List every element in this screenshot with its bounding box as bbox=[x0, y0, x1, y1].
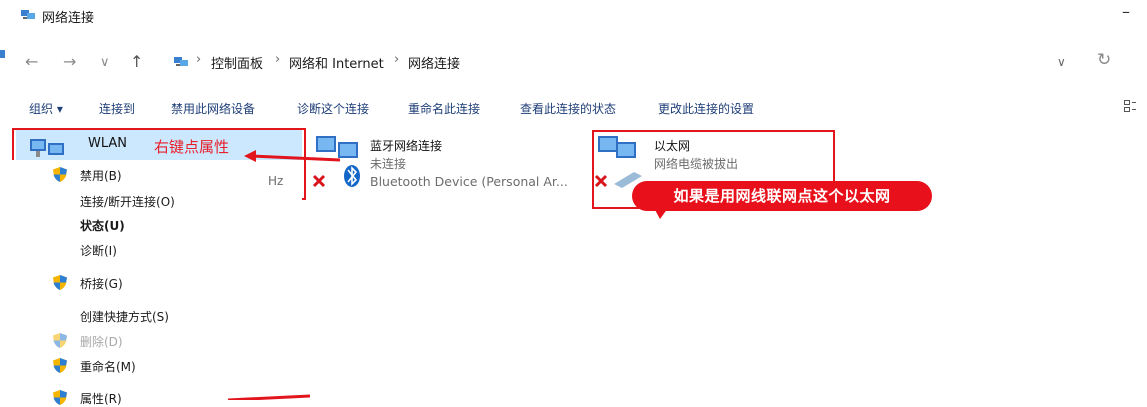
rename-button[interactable]: 重命名此连接 bbox=[408, 100, 480, 117]
forward-button[interactable]: → bbox=[63, 52, 76, 71]
menu-item-rename[interactable]: 重命名(M) bbox=[80, 358, 136, 375]
menu-item-delete[interactable]: 删除(D) bbox=[80, 333, 123, 350]
disable-device-button[interactable]: 禁用此网络设备 bbox=[171, 100, 255, 117]
menu-item-bridge[interactable]: 桥接(G) bbox=[80, 275, 123, 292]
uac-shield-icon bbox=[53, 333, 67, 348]
wlan-item-band: Hz bbox=[268, 174, 284, 188]
annotation-ethernet-callout: 如果是用网线联网点这个以太网 bbox=[632, 181, 932, 211]
left-edge-fragment bbox=[0, 46, 10, 68]
callout-tail bbox=[654, 208, 668, 219]
title-bar: 网络连接 – bbox=[0, 0, 1147, 32]
minimize-button[interactable]: – bbox=[1122, 2, 1130, 21]
back-button[interactable]: ← bbox=[25, 52, 38, 71]
breadcrumb-network-internet[interactable]: 网络和 Internet bbox=[289, 53, 384, 72]
address-dropdown-chevron-icon[interactable]: ∨ bbox=[1057, 55, 1066, 69]
uac-shield-icon bbox=[53, 390, 67, 405]
connect-to-button[interactable]: 连接到 bbox=[99, 100, 135, 117]
window-title: 网络连接 bbox=[42, 11, 95, 26]
recent-locations-button[interactable]: ∨ bbox=[100, 55, 110, 70]
breadcrumb-control-panel[interactable]: 控制面板 bbox=[211, 53, 263, 72]
menu-item-disable[interactable]: 禁用(B) bbox=[80, 167, 122, 184]
uac-shield-icon bbox=[53, 358, 67, 373]
view-status-button[interactable]: 查看此连接的状态 bbox=[520, 100, 616, 117]
uac-shield-icon bbox=[53, 167, 67, 182]
menu-item-connect-disconnect[interactable]: 连接/断开连接(O) bbox=[80, 193, 175, 210]
breadcrumb-separator: › bbox=[196, 52, 202, 67]
partial-window-icon bbox=[0, 50, 5, 58]
up-button[interactable]: ↑ bbox=[130, 52, 143, 71]
diagnose-button[interactable]: 诊断这个连接 bbox=[297, 100, 369, 117]
network-connections-icon bbox=[21, 10, 35, 19]
menu-item-status[interactable]: 状态(U) bbox=[80, 217, 125, 234]
bluetooth-item-status: 未连接 bbox=[370, 157, 407, 171]
menu-item-create-shortcut[interactable]: 创建快捷方式(S) bbox=[80, 308, 169, 325]
change-settings-button[interactable]: 更改此连接的设置 bbox=[658, 100, 754, 117]
bluetooth-adapter-icon bbox=[312, 136, 360, 188]
breadcrumb-separator: › bbox=[394, 52, 400, 67]
breadcrumb-separator: › bbox=[275, 52, 281, 67]
layout-options-icon[interactable] bbox=[1124, 99, 1136, 113]
uac-shield-icon bbox=[53, 275, 67, 290]
control-panel-icon bbox=[174, 57, 188, 66]
organize-menu[interactable]: 组织 ▾ bbox=[29, 100, 63, 117]
menu-item-properties[interactable]: 属性(R) bbox=[80, 390, 122, 407]
menu-item-diagnose[interactable]: 诊断(I) bbox=[80, 242, 117, 259]
bluetooth-item-device: Bluetooth Device (Personal Ar... bbox=[370, 174, 568, 189]
bluetooth-item-name: 蓝牙网络连接 bbox=[370, 139, 443, 153]
breadcrumb-network-connections[interactable]: 网络连接 bbox=[408, 53, 460, 72]
refresh-icon[interactable]: ↻ bbox=[1097, 50, 1111, 70]
